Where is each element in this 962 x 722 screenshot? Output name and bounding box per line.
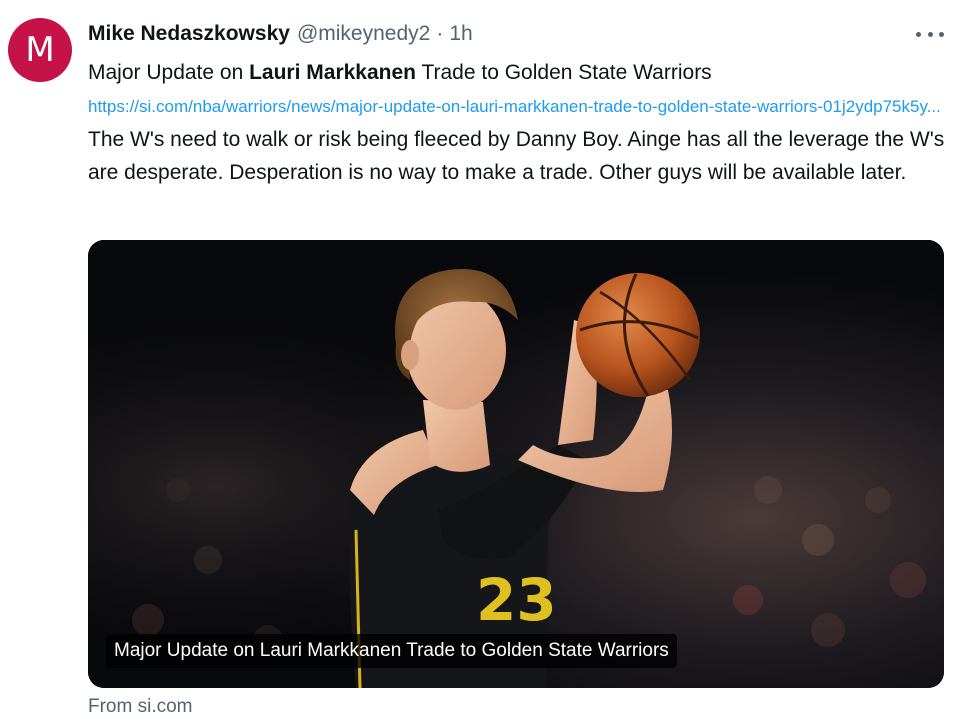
author-handle[interactable]: @mikeynedy2 (297, 22, 430, 46)
tweet-text: Major Update on Lauri Markkanen Trade to… (88, 56, 948, 189)
tweet-body-text: The W's need to walk or risk being fleec… (88, 128, 945, 184)
tweet-header: Mike Nedaszkowsky @mikeynedy2 · 1h (88, 18, 902, 50)
tweet-paragraph: https://si.com/nba/warriors/news/major-u… (88, 89, 948, 189)
tweet-timestamp[interactable]: 1h (449, 22, 472, 46)
more-horizontal-icon (916, 31, 921, 37)
tweet-title: Major Update on Lauri Markkanen Trade to… (88, 56, 948, 89)
article-link[interactable]: https://si.com/nba/warriors/news/major-u… (88, 97, 941, 116)
avatar[interactable]: M (8, 18, 72, 82)
more-horizontal-icon (927, 31, 933, 37)
separator-dot: · (436, 22, 444, 45)
card-source-label[interactable]: From si.com (88, 694, 193, 720)
card-photo: 23 (88, 240, 944, 688)
more-options-button[interactable] (916, 22, 944, 46)
more-horizontal-icon (939, 31, 944, 37)
avatar-initial: M (25, 30, 55, 70)
link-preview-card[interactable]: 23 Major Update on Lauri Markkanen Trade… (88, 240, 944, 688)
tweet-title-prefix: Major Update on (88, 61, 250, 84)
card-title-caption: Major Update on Lauri Markkanen Trade to… (106, 634, 677, 668)
author-display-name[interactable]: Mike Nedaszkowsky (88, 22, 290, 46)
tweet-title-bold: Lauri Markkanen (249, 61, 416, 84)
tweet-title-suffix: Trade to Golden State Warriors (416, 61, 712, 84)
jersey-number: 23 (476, 566, 557, 634)
tweet: M Mike Nedaszkowsky @mikeynedy2 · 1h Maj… (0, 0, 962, 722)
